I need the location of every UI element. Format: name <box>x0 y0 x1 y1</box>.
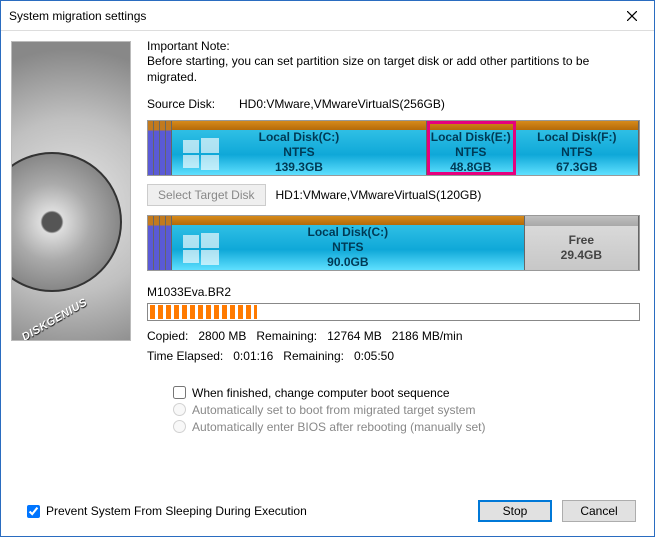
partition-size: 48.8GB <box>450 160 491 175</box>
radio-auto-boot-input <box>173 403 186 416</box>
footer: Prevent System From Sleeping During Exec… <box>147 492 640 528</box>
progress-line2: Time Elapsed: 0:01:16 Remaining: 0:05:50 <box>147 348 640 365</box>
partition[interactable]: Free29.4GB <box>525 216 639 270</box>
partition-name: Local Disk(E:) <box>431 130 511 145</box>
source-diskbar[interactable]: Local Disk(C:)NTFS139.3GBLocal Disk(E:)N… <box>147 120 640 176</box>
note-body: Before starting, you can set partition s… <box>147 54 640 85</box>
checkbox-prevent-sleep-input[interactable] <box>27 505 40 518</box>
checkbox-boot-sequence-input[interactable] <box>173 386 186 399</box>
target-disk-value: HD1:VMware,VMwareVirtualS(120GB) <box>276 188 482 202</box>
partition-name: Local Disk(C:) <box>259 130 340 145</box>
partition[interactable]: Local Disk(E:)NTFS48.8GB <box>427 121 516 175</box>
partition-size: 90.0GB <box>327 255 368 270</box>
checkbox-boot-sequence[interactable]: When finished, change computer boot sequ… <box>173 386 640 400</box>
close-icon[interactable] <box>610 1 654 30</box>
source-disk-label: Source Disk: <box>147 97 229 111</box>
cancel-button[interactable]: Cancel <box>562 500 636 522</box>
sidebar: DISKGENIUS <box>1 31 141 536</box>
note-title: Important Note: <box>147 39 640 53</box>
partition-name: Local Disk(F:) <box>537 130 616 145</box>
partition-size: 67.3GB <box>556 160 597 175</box>
source-disk-value: HD0:VMware,VMwareVirtualS(256GB) <box>239 97 445 111</box>
hdd-illustration: DISKGENIUS <box>11 41 131 341</box>
brand-text: DISKGENIUS <box>20 296 90 341</box>
partition[interactable]: Local Disk(C:)NTFS90.0GB <box>172 216 525 270</box>
radio-enter-bios: Automatically enter BIOS after rebooting… <box>173 420 640 434</box>
target-diskbar[interactable]: Local Disk(C:)NTFS90.0GBFree29.4GB <box>147 215 640 271</box>
partition-fs: NTFS <box>455 145 486 160</box>
radio-auto-boot: Automatically set to boot from migrated … <box>173 403 640 417</box>
progress-bar <box>147 303 640 321</box>
partition-size: 139.3GB <box>275 160 323 175</box>
partition[interactable]: Local Disk(C:)NTFS139.3GB <box>172 121 427 175</box>
partition-name: Free <box>569 233 594 248</box>
partition-fs: NTFS <box>561 145 592 160</box>
window-title: System migration settings <box>9 9 610 23</box>
progress-line1: Copied: 2800 MB Remaining: 12764 MB 2186… <box>147 328 640 345</box>
partition-name: Local Disk(C:) <box>308 225 389 240</box>
select-target-button: Select Target Disk <box>147 184 266 206</box>
partition[interactable]: Local Disk(F:)NTFS67.3GB <box>516 121 639 175</box>
current-file: M1033Eva.BR2 <box>147 285 640 299</box>
partition-size: 29.4GB <box>561 248 602 263</box>
main-panel: Important Note: Before starting, you can… <box>141 31 654 536</box>
stop-button[interactable]: Stop <box>478 500 552 522</box>
partition-fs: NTFS <box>332 240 363 255</box>
titlebar: System migration settings <box>1 1 654 31</box>
partition-fs: NTFS <box>283 145 314 160</box>
checkbox-prevent-sleep[interactable]: Prevent System From Sleeping During Exec… <box>27 504 307 518</box>
radio-enter-bios-input <box>173 420 186 433</box>
